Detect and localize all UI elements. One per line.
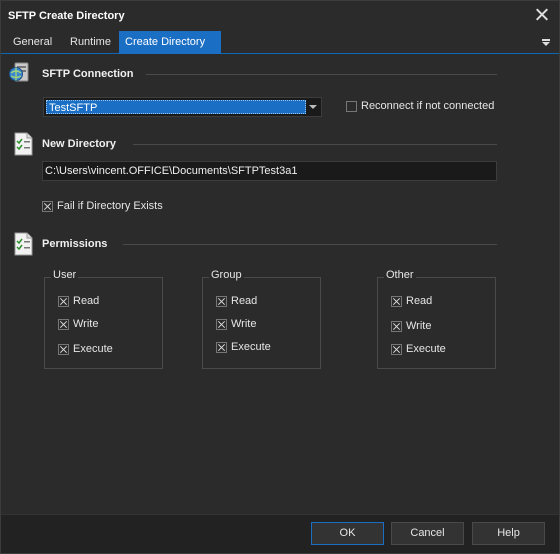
checkbox-box[interactable]: [391, 320, 402, 332]
selected-connection: TestSFTP: [46, 100, 306, 114]
user-read-label: Read: [73, 295, 100, 307]
button-bar: OK Cancel Help: [1, 514, 559, 553]
close-icon[interactable]: [535, 8, 549, 22]
sftp-connection-select[interactable]: TestSFTP: [43, 97, 322, 117]
group-group-title: Group: [209, 269, 244, 281]
ok-button[interactable]: OK: [311, 522, 384, 545]
checkbox-box[interactable]: [391, 343, 402, 355]
checkbox-box[interactable]: [58, 318, 69, 330]
group-write-label: Write: [231, 318, 257, 330]
user-read-checkbox[interactable]: Read: [58, 295, 99, 307]
reconnect-label: Reconnect if not connected: [361, 100, 495, 112]
reconnect-checkbox-box[interactable]: [346, 100, 357, 112]
checkbox-box[interactable]: [216, 295, 227, 307]
title-bar: SFTP Create Directory: [1, 1, 559, 31]
checkbox-box[interactable]: [216, 318, 227, 330]
other-write-label: Write: [406, 320, 432, 332]
section-divider: [133, 144, 497, 145]
user-execute-label: Execute: [73, 343, 113, 355]
other-execute-checkbox[interactable]: Execute: [391, 343, 446, 355]
fail-if-exists-label: Fail if Directory Exists: [57, 200, 163, 212]
tab-general[interactable]: General: [7, 31, 58, 54]
window-title: SFTP Create Directory: [8, 10, 125, 22]
section-divider: [123, 244, 497, 245]
sftp-server-icon: [9, 62, 29, 82]
tab-menu-icon[interactable]: [541, 39, 551, 47]
other-read-label: Read: [406, 295, 433, 307]
checklist-icon: [14, 132, 33, 156]
fail-if-exists-checkbox[interactable]: Fail if Directory Exists: [42, 200, 163, 212]
checkbox-box[interactable]: [391, 295, 402, 307]
group-execute-checkbox[interactable]: Execute: [216, 341, 271, 353]
help-button[interactable]: Help: [472, 522, 545, 545]
tab-create-directory[interactable]: Create Directory: [119, 31, 221, 54]
group-write-checkbox[interactable]: Write: [216, 318, 256, 330]
other-read-checkbox[interactable]: Read: [391, 295, 432, 307]
checkbox-box[interactable]: [58, 343, 69, 355]
reconnect-checkbox[interactable]: Reconnect if not connected: [346, 100, 494, 112]
group-read-checkbox[interactable]: Read: [216, 295, 257, 307]
fail-if-exists-checkbox-box[interactable]: [42, 200, 53, 212]
section-divider: [146, 74, 497, 75]
user-write-checkbox[interactable]: Write: [58, 318, 98, 330]
user-execute-checkbox[interactable]: Execute: [58, 343, 113, 355]
new-directory-heading: New Directory: [42, 138, 116, 150]
checklist-icon: [14, 232, 33, 256]
sftp-connection-heading: SFTP Connection: [42, 68, 134, 80]
tab-bar: General Runtime Create Directory: [1, 31, 559, 54]
other-write-checkbox[interactable]: Write: [391, 320, 431, 332]
checkbox-box[interactable]: [58, 295, 69, 307]
tab-runtime[interactable]: Runtime: [64, 31, 117, 54]
directory-path-field[interactable]: C:\Users\vincent.OFFICE\Documents\SFTPTe…: [42, 161, 497, 181]
group-read-label: Read: [231, 295, 258, 307]
checkbox-box[interactable]: [216, 341, 227, 353]
other-execute-label: Execute: [406, 343, 446, 355]
user-group-title: User: [51, 269, 79, 281]
chevron-down-icon[interactable]: [309, 105, 317, 109]
dialog-window: SFTP Create Directory General Runtime Cr…: [0, 0, 560, 554]
cancel-button[interactable]: Cancel: [391, 522, 464, 545]
group-execute-label: Execute: [231, 341, 271, 353]
other-group-title: Other: [384, 269, 416, 281]
permissions-heading: Permissions: [42, 238, 108, 250]
user-write-label: Write: [73, 318, 99, 330]
